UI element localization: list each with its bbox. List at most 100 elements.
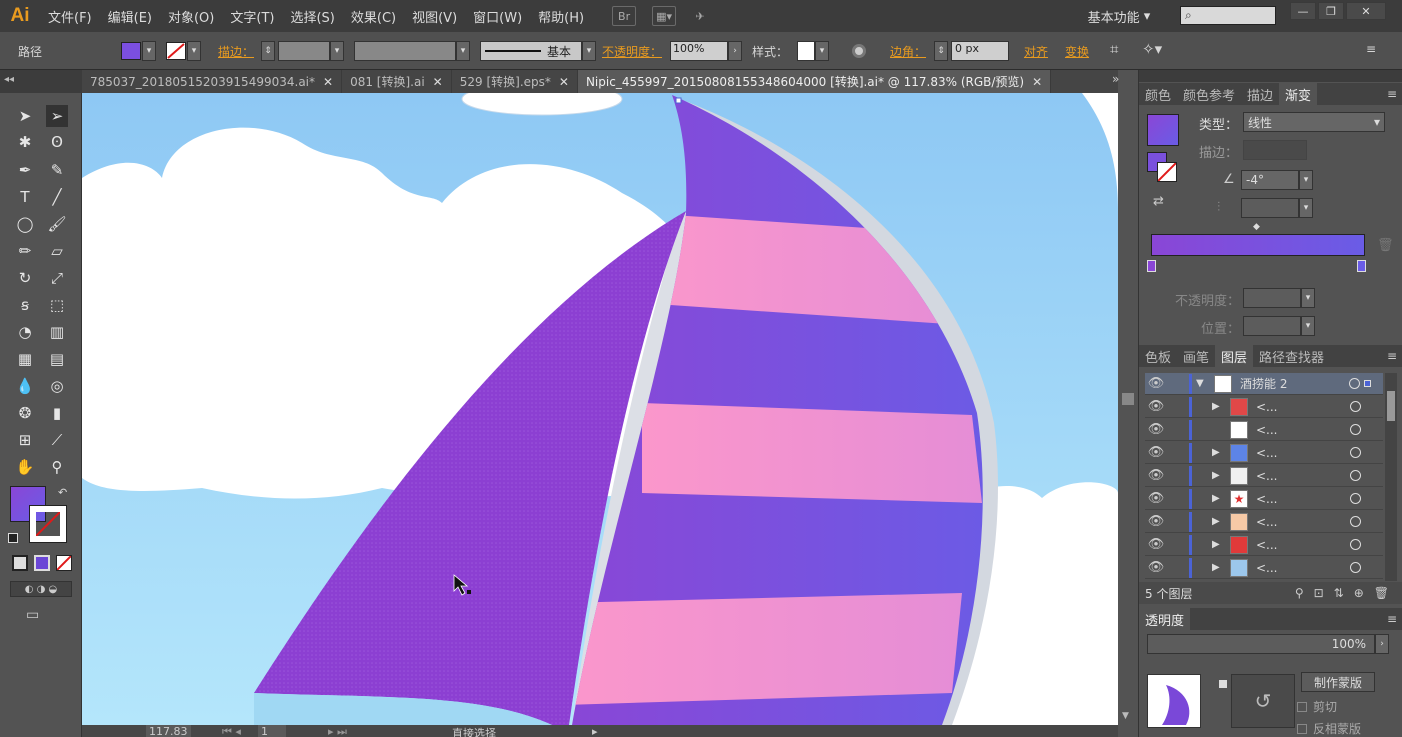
stroke-swatch-none[interactable] bbox=[166, 42, 186, 60]
layer-row[interactable]: 👁 ▶ <... bbox=[1145, 442, 1383, 464]
make-mask-button[interactable]: 制作蒙版 bbox=[1301, 672, 1375, 692]
expand-triangle-icon[interactable]: ▶ bbox=[1212, 539, 1226, 550]
recolor-artwork-icon[interactable] bbox=[852, 44, 866, 58]
panel-menu-icon[interactable]: ≡ bbox=[1387, 349, 1397, 363]
tab-doc-1[interactable]: 785037_20180515203915499034.ai* ✕ bbox=[82, 70, 343, 93]
close-icon[interactable]: ✕ bbox=[323, 75, 333, 89]
layer-row[interactable]: 👁 ▶ ★ <... bbox=[1145, 488, 1383, 510]
layers-scrollbar[interactable] bbox=[1385, 373, 1397, 581]
stop-opacity-dropdown[interactable]: ▾ bbox=[1301, 288, 1315, 308]
visibility-eye-icon[interactable]: 👁 bbox=[1145, 535, 1167, 555]
mesh-tool-icon[interactable]: ▦ bbox=[14, 348, 36, 370]
visibility-eye-icon[interactable]: 👁 bbox=[1145, 443, 1167, 463]
layer-row[interactable]: 👁 ▶ <... bbox=[1145, 465, 1383, 487]
opacity-input[interactable]: 100% bbox=[670, 41, 728, 61]
expand-triangle-icon[interactable]: ▼ bbox=[1196, 378, 1210, 389]
stop-opacity-input[interactable] bbox=[1243, 288, 1301, 308]
gradient-stop-end[interactable] bbox=[1357, 260, 1366, 272]
reverse-gradient-icon[interactable]: ⇄ bbox=[1153, 194, 1164, 209]
visibility-eye-icon[interactable]: 👁 bbox=[1145, 558, 1167, 578]
isolate-icon[interactable]: ⌗ bbox=[1110, 40, 1118, 58]
paintbrush-tool-icon[interactable]: 🖌 bbox=[46, 213, 68, 235]
gpu-performance-icon[interactable]: ✈ bbox=[688, 6, 712, 26]
graphic-style-dropdown[interactable]: ▾ bbox=[815, 41, 829, 61]
gradient-stop-start[interactable] bbox=[1147, 260, 1156, 272]
stroke-color-box[interactable] bbox=[29, 505, 67, 543]
target-circle-icon[interactable] bbox=[1350, 424, 1361, 435]
vertical-scrollbar[interactable]: ▼ bbox=[1118, 93, 1138, 725]
menu-view[interactable]: 视图(V) bbox=[404, 7, 465, 26]
close-icon[interactable]: ✕ bbox=[1032, 75, 1042, 89]
target-circle-icon[interactable] bbox=[1350, 562, 1361, 573]
status-arrow-icon[interactable]: ▸ bbox=[592, 725, 598, 737]
align-link[interactable]: 对齐 bbox=[1024, 43, 1048, 60]
rotate-tool-icon[interactable]: ↻ bbox=[14, 267, 36, 289]
target-circle-icon[interactable] bbox=[1350, 470, 1361, 481]
link-icon[interactable] bbox=[1219, 680, 1227, 688]
aspect-dropdown[interactable]: ▾ bbox=[1299, 198, 1313, 218]
selected-square-icon[interactable] bbox=[1364, 380, 1371, 387]
envelope-icon[interactable]: ✧▾ bbox=[1142, 40, 1162, 58]
expand-triangle-icon[interactable]: ▶ bbox=[1212, 401, 1226, 412]
opacity-arrow[interactable]: › bbox=[728, 41, 742, 61]
artboard-canvas[interactable] bbox=[82, 93, 1118, 725]
close-icon[interactable]: ✕ bbox=[559, 75, 569, 89]
tab-doc-active[interactable]: Nipic_455997_20150808155348604000 [转换].a… bbox=[577, 70, 1052, 93]
visibility-eye-icon[interactable]: 👁 bbox=[1145, 420, 1167, 440]
checkbox-box[interactable] bbox=[1297, 701, 1307, 712]
tab-doc-3[interactable]: 529 [转换].eps* ✕ bbox=[452, 70, 578, 93]
panel-menu-icon[interactable]: ≡ bbox=[1387, 87, 1397, 101]
tab-layers[interactable]: 图层 bbox=[1215, 345, 1254, 367]
stroke-weight-field[interactable] bbox=[278, 41, 330, 61]
stroke-gradient-options[interactable] bbox=[1243, 140, 1307, 160]
visibility-eye-icon[interactable]: 👁 bbox=[1145, 374, 1167, 394]
tabs-overflow-icon[interactable]: » bbox=[1112, 72, 1136, 92]
gradient-tool-icon[interactable]: ▤ bbox=[46, 348, 68, 370]
anchor-point[interactable] bbox=[675, 97, 682, 104]
fill-dropdown[interactable]: ▾ bbox=[142, 41, 156, 61]
bridge-icon[interactable]: Br bbox=[612, 6, 637, 26]
direct-selection-tool-icon[interactable]: ➢ bbox=[46, 105, 68, 127]
corner-radius-input[interactable]: 0 px bbox=[951, 41, 1009, 61]
transform-link[interactable]: 变换 bbox=[1065, 43, 1089, 60]
opacity-label[interactable]: 不透明度： bbox=[602, 43, 662, 60]
stop-location-dropdown[interactable]: ▾ bbox=[1301, 316, 1315, 336]
menu-window[interactable]: 窗口(W) bbox=[465, 7, 530, 26]
screen-mode-icon[interactable]: ▭ bbox=[26, 607, 50, 625]
target-circle-icon[interactable] bbox=[1350, 493, 1361, 504]
visibility-eye-icon[interactable]: 👁 bbox=[1145, 512, 1167, 532]
menu-select[interactable]: 选择(S) bbox=[282, 7, 342, 26]
corner-label[interactable]: 边角： bbox=[890, 43, 926, 60]
close-icon[interactable]: ✕ bbox=[433, 75, 443, 89]
layer-actions-icons[interactable]: ⚲⊡⇅⊕🗑 bbox=[1295, 586, 1399, 600]
first-page-icon[interactable]: ⏮ ◂ bbox=[222, 725, 241, 737]
close-window-button[interactable]: ✕ bbox=[1346, 2, 1386, 20]
warp-tool-icon[interactable]: ꞩ bbox=[14, 294, 36, 316]
ellipse-tool-icon[interactable]: ◯ bbox=[14, 213, 36, 235]
line-tool-icon[interactable]: ╱ bbox=[46, 186, 68, 208]
stroke-weight-label[interactable]: 描边： bbox=[218, 43, 254, 60]
sublayer-name[interactable]: <... bbox=[1256, 423, 1326, 437]
toolbar-collapse-icon[interactable]: ◂◂ bbox=[0, 70, 82, 93]
expand-triangle-icon[interactable]: ▶ bbox=[1212, 447, 1226, 458]
stroke-weight-stepper[interactable]: ⇕ bbox=[261, 41, 275, 61]
sublayer-name[interactable]: <... bbox=[1256, 515, 1326, 529]
brush-profile-dropdown[interactable]: ▾ bbox=[582, 41, 596, 61]
tab-brushes[interactable]: 画笔 bbox=[1177, 345, 1215, 367]
zoom-tool-icon[interactable]: ⚲ bbox=[46, 456, 68, 478]
mask-thumbnail[interactable] bbox=[1147, 674, 1201, 728]
eraser-tool-icon[interactable]: ▱ bbox=[46, 240, 68, 262]
fill-swatch[interactable] bbox=[121, 42, 141, 60]
hand-tool-icon[interactable]: ✋ bbox=[14, 456, 36, 478]
expand-triangle-icon[interactable]: ▶ bbox=[1212, 470, 1226, 481]
layer-row[interactable]: 👁 ▶ <... bbox=[1145, 557, 1383, 579]
type-tool-icon[interactable]: T bbox=[14, 186, 36, 208]
visibility-eye-icon[interactable]: 👁 bbox=[1145, 466, 1167, 486]
draw-mode-icons[interactable]: ◐ ◑ ◒ bbox=[10, 581, 72, 597]
scale-tool-icon[interactable]: ⤢ bbox=[46, 267, 68, 289]
target-circle-icon[interactable] bbox=[1349, 378, 1360, 389]
clip-checkbox[interactable]: 剪切 bbox=[1297, 698, 1337, 715]
layer-name[interactable]: 酒捞能 2 bbox=[1240, 375, 1310, 392]
variable-width-field[interactable] bbox=[354, 41, 456, 61]
midpoint-icon[interactable]: ◆ bbox=[1253, 222, 1260, 232]
